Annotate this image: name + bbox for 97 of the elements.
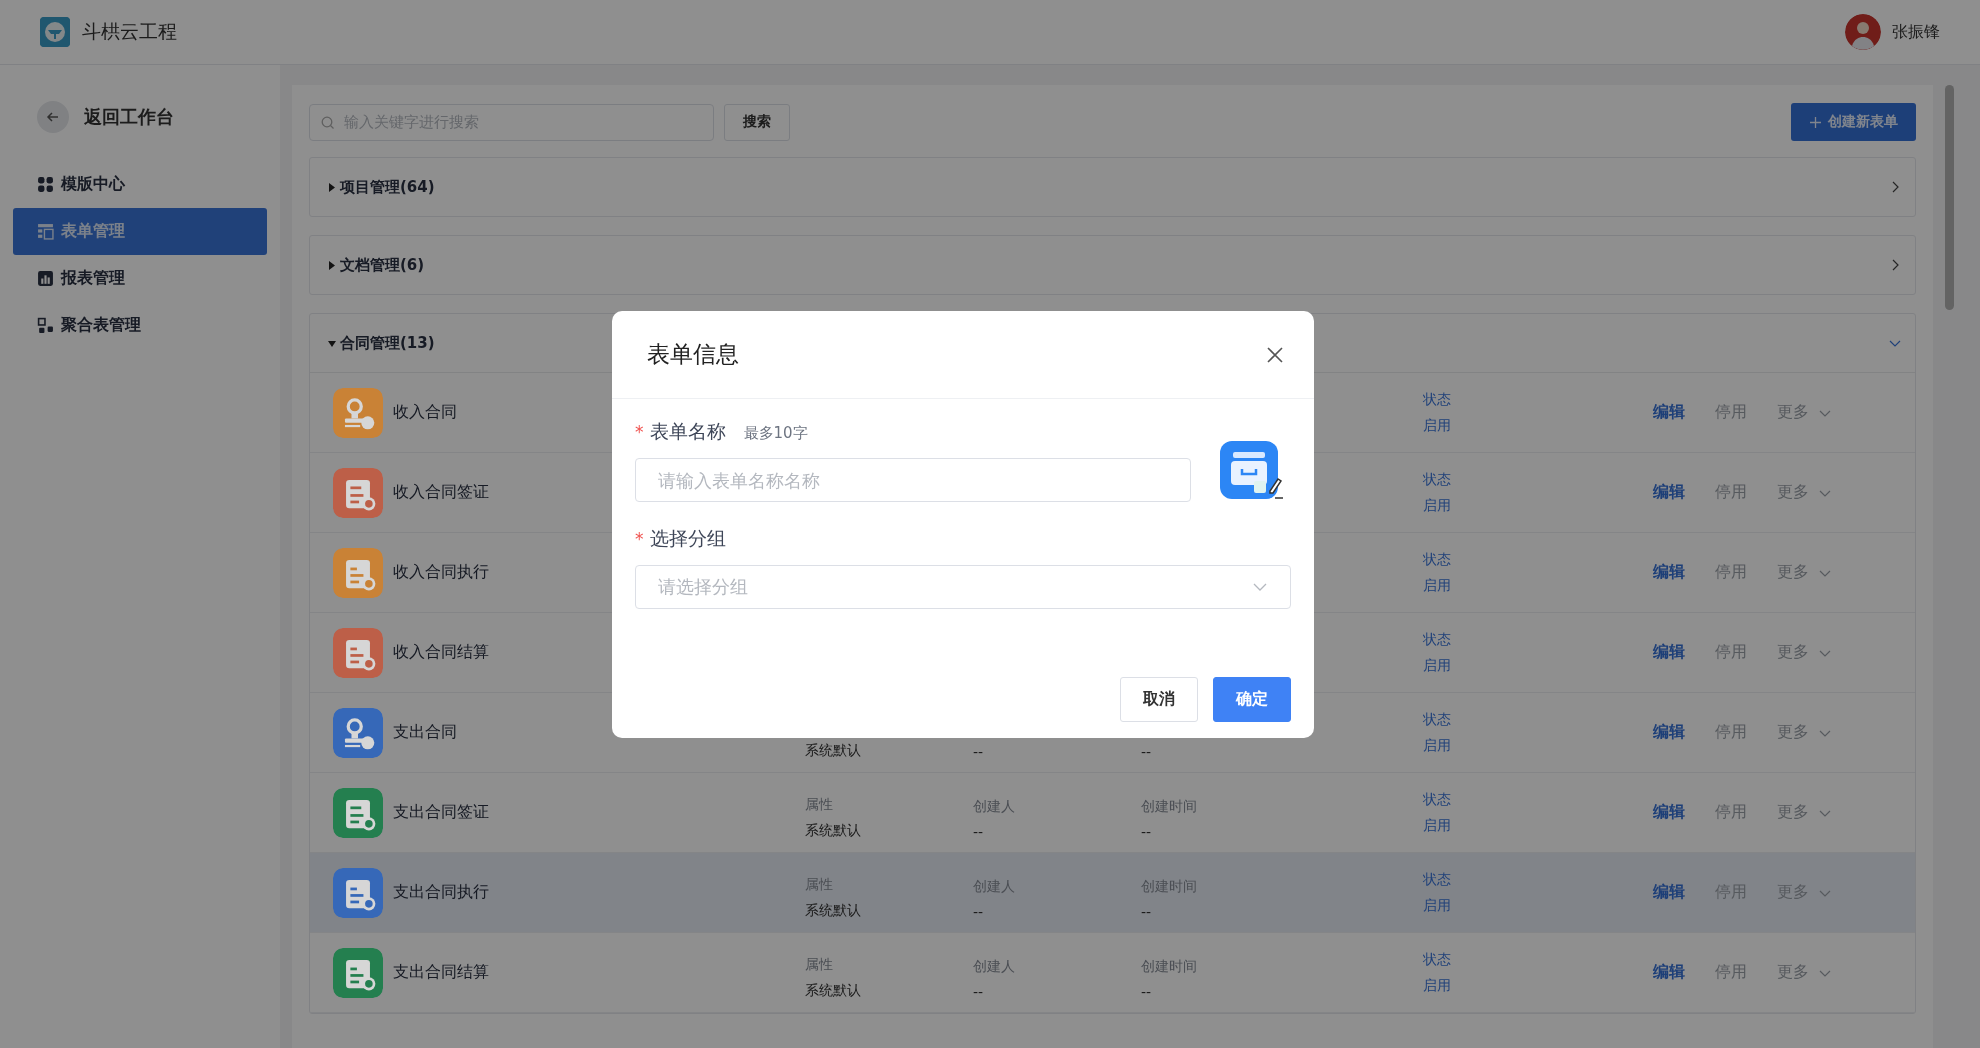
confirm-button[interactable]: 确定	[1213, 677, 1291, 722]
column-value: --	[973, 903, 985, 920]
edit-link[interactable]: 编辑	[1653, 482, 1685, 503]
form-name: 收入合同执行	[393, 562, 490, 583]
status-value: 启用	[1423, 896, 1452, 915]
form-name: 支出合同	[393, 722, 458, 743]
status-label: 状态	[1423, 870, 1452, 889]
column-value: --	[973, 743, 985, 760]
edit-link[interactable]: 编辑	[1653, 962, 1685, 983]
edit-link[interactable]: 编辑	[1653, 402, 1685, 423]
blocks-icon	[37, 317, 54, 334]
grid-icon	[37, 176, 54, 193]
triangle-icon	[328, 260, 336, 270]
edit-link[interactable]: 编辑	[1653, 722, 1685, 743]
disable-link[interactable]: 停用	[1715, 562, 1747, 583]
status-label: 状态	[1423, 950, 1452, 969]
dialog-title: 表单信息	[647, 340, 739, 369]
cancel-button[interactable]: 取消	[1120, 677, 1198, 722]
column-value: --	[1141, 743, 1153, 760]
status-label: 状态	[1423, 390, 1452, 409]
column-value: 系统默认	[805, 901, 862, 920]
search-button[interactable]: 搜索	[724, 103, 790, 141]
more-button[interactable]: 更多	[1777, 562, 1809, 583]
edit-link[interactable]: 编辑	[1653, 642, 1685, 663]
logo-icon	[40, 17, 70, 47]
status-value: 启用	[1423, 736, 1452, 755]
status-value: 启用	[1423, 496, 1452, 515]
form-row[interactable]: 支出合同结算 属性 系统默认 创建人 -- 创建时间 -- 状态 启用 编辑 停用 更多	[310, 933, 1915, 1013]
form-name: 支出合同结算	[393, 962, 490, 983]
edit-link[interactable]: 编辑	[1653, 882, 1685, 903]
back-button[interactable]	[37, 101, 69, 133]
column-value: --	[1141, 823, 1153, 840]
column-value: 系统默认	[805, 981, 862, 1000]
plus-icon	[1809, 115, 1822, 129]
status-label: 状态	[1423, 470, 1452, 489]
column-label: 创建时间	[1141, 797, 1198, 816]
column-value: --	[973, 983, 985, 1000]
more-button[interactable]: 更多	[1777, 962, 1809, 983]
status-value: 启用	[1423, 816, 1452, 835]
group-header[interactable]: 文档管理(6)	[310, 236, 1915, 294]
form-name: 收入合同结算	[393, 642, 490, 663]
create-form-button[interactable]: 创建新表单	[1791, 103, 1916, 141]
back-label[interactable]: 返回工作台	[84, 105, 174, 129]
column-label: 属性	[805, 955, 834, 974]
sidebar-item[interactable]: 聚合表管理	[13, 302, 267, 349]
form-name: 支出合同执行	[393, 882, 490, 903]
column-value: --	[1141, 983, 1153, 1000]
more-button[interactable]: 更多	[1777, 402, 1809, 423]
column-value: 系统默认	[805, 741, 862, 760]
field-label: 表单名称	[649, 419, 726, 444]
app-name: 斗栱云工程	[82, 19, 177, 44]
more-button[interactable]: 更多	[1777, 722, 1809, 743]
column-label: 创建时间	[1141, 957, 1198, 976]
required-mark: *	[635, 422, 644, 442]
column-label: 创建人	[973, 797, 1016, 816]
triangle-icon	[328, 338, 336, 348]
more-button[interactable]: 更多	[1777, 482, 1809, 503]
status-value: 启用	[1423, 416, 1452, 435]
sidebar-item[interactable]: 表单管理	[13, 208, 267, 255]
disable-link[interactable]: 停用	[1715, 722, 1747, 743]
edit-link[interactable]: 编辑	[1653, 562, 1685, 583]
status-value: 启用	[1423, 576, 1452, 595]
form-icon	[37, 223, 54, 240]
column-value: --	[973, 823, 985, 840]
form-name: 支出合同签证	[393, 802, 490, 823]
scrollbar-thumb[interactable]	[1944, 85, 1954, 310]
disable-link[interactable]: 停用	[1715, 962, 1747, 983]
triangle-icon	[328, 182, 336, 192]
status-value: 启用	[1423, 656, 1452, 675]
avatar	[1845, 14, 1881, 50]
status-label: 状态	[1423, 550, 1452, 569]
disable-link[interactable]: 停用	[1715, 802, 1747, 823]
status-label: 状态	[1423, 790, 1452, 809]
user-name: 张振锋	[1892, 21, 1940, 43]
group-header[interactable]: 项目管理(64)	[310, 158, 1915, 216]
search-icon	[321, 115, 335, 130]
disable-link[interactable]: 停用	[1715, 402, 1747, 423]
group-select[interactable]: 请选择分组	[635, 565, 1291, 609]
sidebar-item[interactable]: 报表管理	[13, 255, 267, 302]
column-value: 系统默认	[805, 821, 862, 840]
bar-chart-icon	[37, 270, 54, 287]
column-value: --	[1141, 903, 1153, 920]
disable-link[interactable]: 停用	[1715, 482, 1747, 503]
more-button[interactable]: 更多	[1777, 802, 1809, 823]
sidebar-item[interactable]: 模版中心	[13, 161, 267, 208]
status-value: 启用	[1423, 976, 1452, 995]
column-label: 属性	[805, 795, 834, 814]
edit-link[interactable]: 编辑	[1653, 802, 1685, 823]
status-label: 状态	[1423, 710, 1452, 729]
more-button[interactable]: 更多	[1777, 642, 1809, 663]
form-name: 收入合同	[393, 402, 458, 423]
status-label: 状态	[1423, 630, 1452, 649]
form-name: 收入合同签证	[393, 482, 490, 503]
name-field[interactable]: 请输入表单名称名称	[635, 458, 1191, 502]
disable-link[interactable]: 停用	[1715, 642, 1747, 663]
field-hint: 最多10字	[743, 424, 808, 443]
column-label: 创建人	[973, 957, 1016, 976]
